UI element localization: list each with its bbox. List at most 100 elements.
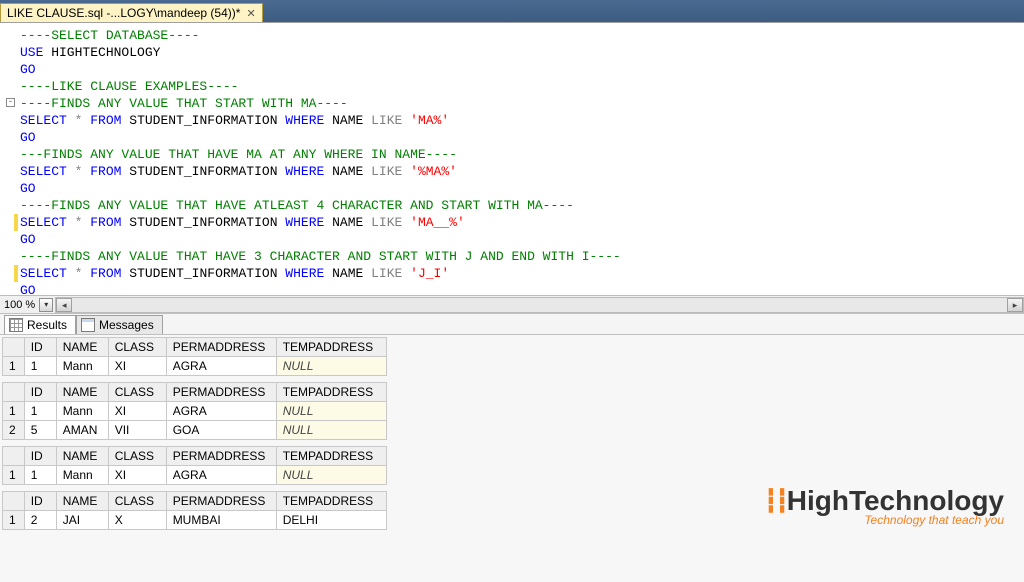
table-row[interactable]: 11MannXIAGRANULL — [3, 466, 387, 485]
table-row[interactable]: 11MannXIAGRANULL — [3, 402, 387, 421]
cell[interactable]: XI — [108, 466, 166, 485]
cell[interactable]: AMAN — [56, 421, 108, 440]
cell[interactable]: 1 — [24, 357, 56, 376]
cell[interactable]: XI — [108, 402, 166, 421]
watermark-logo: ┇┇HighTechnology Technology that teach y… — [764, 485, 1004, 527]
zoom-dropdown[interactable]: ▾ — [39, 298, 53, 312]
row-header[interactable]: 1 — [3, 357, 25, 376]
messages-icon — [81, 318, 95, 332]
cell[interactable]: MUMBAI — [166, 511, 276, 530]
code-line: SELECT * FROM STUDENT_INFORMATION WHERE … — [20, 112, 1022, 129]
column-header[interactable]: ID — [24, 338, 56, 357]
table-row[interactable]: 11MannXIAGRANULL — [3, 357, 387, 376]
code-line: GO — [20, 129, 1022, 146]
cell[interactable]: 1 — [24, 402, 56, 421]
column-header[interactable]: ID — [24, 383, 56, 402]
cell[interactable]: 2 — [24, 511, 56, 530]
sql-editor[interactable]: ----SELECT DATABASE----USE HIGHTECHNOLOG… — [0, 23, 1024, 295]
cell[interactable]: AGRA — [166, 357, 276, 376]
cell[interactable]: Mann — [56, 466, 108, 485]
column-header[interactable]: PERMADDRESS — [166, 338, 276, 357]
row-header[interactable]: 1 — [3, 466, 25, 485]
code-line: ----SELECT DATABASE---- — [20, 27, 1022, 44]
cell[interactable]: GOA — [166, 421, 276, 440]
column-header[interactable]: PERMADDRESS — [166, 383, 276, 402]
code-line: GO — [20, 180, 1022, 197]
column-header[interactable]: ID — [24, 447, 56, 466]
column-header[interactable]: NAME — [56, 383, 108, 402]
cell[interactable]: XI — [108, 357, 166, 376]
document-tab[interactable]: LIKE CLAUSE.sql -...LOGY\mandeep (54))* … — [0, 3, 263, 22]
row-header[interactable]: 1 — [3, 511, 25, 530]
tab-messages[interactable]: Messages — [76, 315, 163, 334]
results-grid[interactable]: IDNAMECLASSPERMADDRESSTEMPADDRESS11MannX… — [2, 382, 387, 440]
cell[interactable]: DELHI — [276, 511, 386, 530]
code-line: ----LIKE CLAUSE EXAMPLES---- — [20, 78, 1022, 95]
code-line: USE HIGHTECHNOLOGY — [20, 44, 1022, 61]
cell[interactable]: AGRA — [166, 466, 276, 485]
column-header[interactable]: TEMPADDRESS — [276, 338, 386, 357]
code-line: ---FINDS ANY VALUE THAT HAVE MA AT ANY W… — [20, 146, 1022, 163]
table-row[interactable]: 12JAIXMUMBAIDELHI — [3, 511, 387, 530]
cell[interactable]: X — [108, 511, 166, 530]
scroll-right-icon[interactable]: ▸ — [1007, 298, 1023, 312]
tab-results[interactable]: Results — [4, 315, 76, 334]
cell[interactable]: 5 — [24, 421, 56, 440]
cell[interactable]: NULL — [276, 466, 386, 485]
column-header[interactable]: CLASS — [108, 447, 166, 466]
cell[interactable]: Mann — [56, 357, 108, 376]
cell[interactable]: AGRA — [166, 402, 276, 421]
row-header[interactable]: 2 — [3, 421, 25, 440]
document-tab-title: LIKE CLAUSE.sql -...LOGY\mandeep (54))* — [7, 6, 240, 20]
watermark-tagline: Technology that teach you — [764, 513, 1004, 527]
column-header[interactable]: CLASS — [108, 383, 166, 402]
column-header[interactable]: ID — [24, 492, 56, 511]
results-grid[interactable]: IDNAMECLASSPERMADDRESSTEMPADDRESS11MannX… — [2, 337, 387, 376]
editor-statusbar: 100 % ▾ ◂ ▸ — [0, 295, 1024, 313]
fold-minus-icon[interactable]: - — [6, 98, 15, 107]
change-marker — [14, 214, 18, 231]
code-line: GO — [20, 61, 1022, 78]
tab-messages-label: Messages — [99, 318, 154, 332]
cell[interactable]: Mann — [56, 402, 108, 421]
results-grid[interactable]: IDNAMECLASSPERMADDRESSTEMPADDRESS11MannX… — [2, 446, 387, 485]
column-header[interactable]: TEMPADDRESS — [276, 447, 386, 466]
sql-editor-pane: ----SELECT DATABASE----USE HIGHTECHNOLOG… — [0, 22, 1024, 295]
zoom-level: 100 % — [0, 299, 39, 311]
column-header[interactable]: CLASS — [108, 338, 166, 357]
code-line: GO — [20, 282, 1022, 295]
column-header[interactable]: PERMADDRESS — [166, 492, 276, 511]
column-header[interactable]: TEMPADDRESS — [276, 383, 386, 402]
code-line: GO — [20, 231, 1022, 248]
document-tabbar: LIKE CLAUSE.sql -...LOGY\mandeep (54))* … — [0, 0, 1024, 22]
code-line: SELECT * FROM STUDENT_INFORMATION WHERE … — [20, 163, 1022, 180]
column-header[interactable]: CLASS — [108, 492, 166, 511]
scroll-left-icon[interactable]: ◂ — [56, 298, 72, 312]
results-pane: ┇┇HighTechnology Technology that teach y… — [0, 335, 1024, 582]
code-line: ----FINDS ANY VALUE THAT HAVE ATLEAST 4 … — [20, 197, 1022, 214]
column-header[interactable]: NAME — [56, 447, 108, 466]
row-header[interactable]: 1 — [3, 402, 25, 421]
grid-icon — [9, 318, 23, 332]
cell[interactable]: 1 — [24, 466, 56, 485]
cell[interactable]: VII — [108, 421, 166, 440]
code-line: SELECT * FROM STUDENT_INFORMATION WHERE … — [20, 265, 1022, 282]
column-header[interactable]: NAME — [56, 492, 108, 511]
column-header[interactable]: NAME — [56, 338, 108, 357]
close-icon[interactable]: ✕ — [246, 7, 255, 20]
cell[interactable]: NULL — [276, 421, 386, 440]
code-line: SELECT * FROM STUDENT_INFORMATION WHERE … — [20, 214, 1022, 231]
change-marker — [14, 265, 18, 282]
cell[interactable]: NULL — [276, 402, 386, 421]
column-header[interactable]: TEMPADDRESS — [276, 492, 386, 511]
code-line: ----FINDS ANY VALUE THAT START WITH MA--… — [20, 95, 1022, 112]
code-line: ----FINDS ANY VALUE THAT HAVE 3 CHARACTE… — [20, 248, 1022, 265]
column-header[interactable]: PERMADDRESS — [166, 447, 276, 466]
table-row[interactable]: 25AMANVIIGOANULL — [3, 421, 387, 440]
horizontal-scrollbar[interactable]: ◂ ▸ — [55, 297, 1024, 313]
results-grid[interactable]: IDNAMECLASSPERMADDRESSTEMPADDRESS12JAIXM… — [2, 491, 387, 530]
cell[interactable]: JAI — [56, 511, 108, 530]
tab-results-label: Results — [27, 318, 67, 332]
cell[interactable]: NULL — [276, 357, 386, 376]
results-tabbar: Results Messages — [0, 313, 1024, 335]
